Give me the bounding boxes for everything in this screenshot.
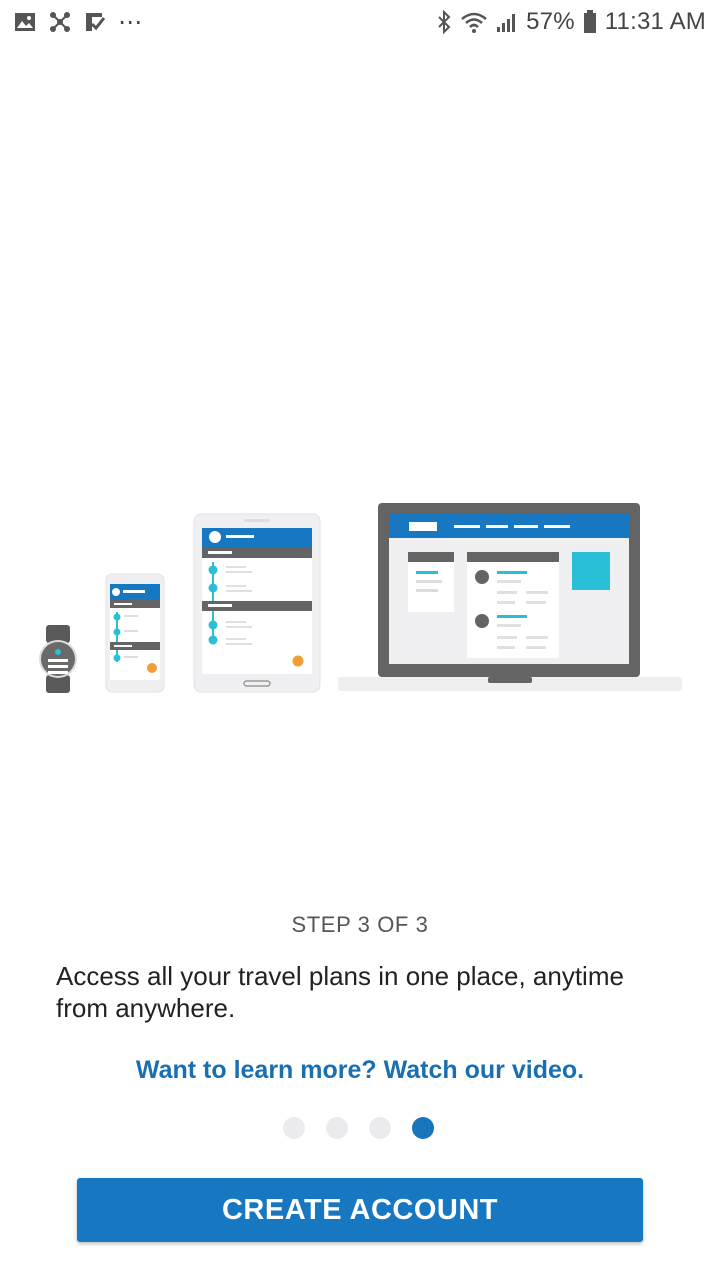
laptop-illustration — [338, 503, 682, 691]
clock: 11:31 AM — [604, 8, 706, 35]
page-dot-2[interactable] — [326, 1117, 348, 1139]
tablet-illustration — [193, 513, 321, 693]
wifi-icon — [460, 11, 488, 33]
create-account-button[interactable]: CREATE ACCOUNT — [77, 1178, 643, 1242]
more-icon: ⋯ — [118, 8, 143, 36]
status-right: 57% 11:31 AM — [436, 8, 706, 36]
devices-illustration — [0, 490, 720, 710]
status-bar: ⋯ 57% 11:31 AM — [0, 0, 720, 44]
step-indicator: STEP 3 OF 3 — [291, 912, 429, 937]
page-indicator — [283, 1117, 434, 1139]
task-check-icon — [84, 11, 106, 33]
battery-percent: 57% — [526, 8, 575, 35]
battery-icon — [583, 10, 597, 34]
status-left: ⋯ — [14, 8, 142, 37]
network-icon — [48, 10, 72, 34]
bluetooth-icon — [436, 10, 452, 34]
watch-video-link[interactable]: Want to learn more? Watch our video. — [0, 1056, 720, 1085]
page-dot-3[interactable] — [369, 1117, 391, 1139]
phone-illustration — [105, 573, 165, 693]
image-icon — [14, 11, 36, 33]
page-dot-1[interactable] — [283, 1117, 305, 1139]
smartwatch-illustration — [39, 625, 77, 693]
signal-icon — [496, 11, 518, 33]
page-dot-4-active[interactable] — [412, 1117, 434, 1139]
onboarding-description: Access all your travel plans in one plac… — [56, 961, 624, 1023]
